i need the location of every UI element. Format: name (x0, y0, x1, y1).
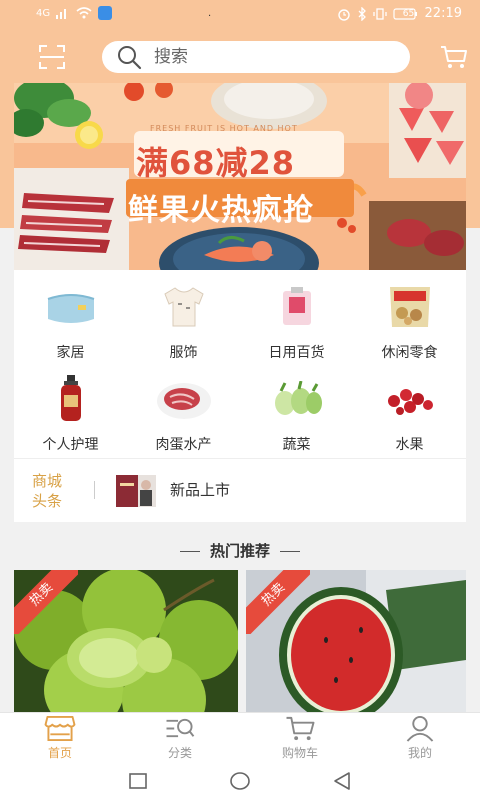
category-clothing[interactable]: 服饰 (127, 282, 240, 372)
back-button[interactable] (330, 770, 354, 792)
cart-icon (441, 46, 467, 68)
daily-goods-icon (282, 287, 311, 325)
square-icon (129, 773, 147, 789)
system-navigation-bar (0, 762, 480, 800)
headlines-tag: 商城 头条 (32, 471, 62, 511)
scan-button[interactable] (38, 44, 66, 70)
shampoo-icon (60, 375, 81, 421)
category-panel: 家居 服饰 日用百货 休闲零食 个人护理 肉蛋水产 蔬菜 水果 商城 头条 新品… (14, 270, 466, 522)
tab-category[interactable]: 分类 (135, 715, 225, 761)
product-card-grapes[interactable]: 热卖 (14, 570, 238, 712)
shop-icon (44, 715, 76, 742)
scan-icon (39, 45, 65, 69)
circle-icon (230, 772, 250, 790)
cart-icon (286, 716, 315, 741)
hot-sale-label: 热卖 (14, 570, 78, 634)
category-personal-care[interactable]: 个人护理 (14, 374, 127, 464)
banner-title-line1: 满68减28 (136, 144, 296, 182)
hot-sale-badge: 热卖 (246, 570, 310, 634)
hot-sale-badge: 热卖 (14, 570, 78, 634)
category-vegetables[interactable]: 蔬菜 (240, 374, 353, 464)
headlines-divider (94, 481, 95, 499)
headlines-tag-line1: 商城 (32, 472, 63, 490)
status-bar: 4G . 65 22:19 (0, 0, 480, 30)
vegetable-icon (274, 381, 322, 415)
title-line-right (280, 551, 300, 552)
category-label: 水果 (395, 437, 424, 453)
category-label: 日用百货 (268, 345, 325, 361)
category-fruit[interactable]: 水果 (353, 374, 466, 464)
category-daily-goods[interactable]: 日用百货 (240, 282, 353, 372)
mall-headlines-bar[interactable]: 商城 头条 新品上市 (14, 458, 466, 522)
category-icon (166, 718, 195, 738)
signal-icon (56, 9, 67, 19)
header-cart-button[interactable] (440, 44, 468, 70)
vibrate-icon (372, 7, 387, 20)
category-label: 蔬菜 (282, 437, 311, 453)
headlines-tag-line2: 头条 (32, 492, 63, 510)
section-title-text: 热门推荐 (209, 542, 270, 560)
category-meat-eggs-seafood[interactable]: 肉蛋水产 (127, 374, 240, 464)
tab-label: 我的 (407, 746, 432, 760)
towel-icon (47, 294, 94, 323)
tab-label: 首页 (47, 746, 72, 760)
search-input[interactable] (154, 47, 374, 67)
hot-recommend-title: 热门推荐 (0, 540, 480, 561)
meat-icon (156, 383, 211, 419)
status-dot: . (208, 8, 212, 19)
alarm-icon (337, 8, 350, 21)
category-label: 肉蛋水产 (155, 437, 212, 453)
tab-label: 购物车 (281, 746, 318, 760)
category-label: 休闲零食 (381, 345, 438, 361)
recent-apps-button[interactable] (126, 770, 150, 792)
category-label: 个人护理 (42, 437, 99, 453)
status-left: 4G (36, 6, 113, 20)
tshirt-icon (163, 287, 204, 327)
category-label: 服饰 (169, 345, 198, 361)
tab-home[interactable]: 首页 (15, 715, 105, 761)
status-time: 22:19 (424, 6, 462, 21)
wifi-icon (76, 7, 92, 19)
title-line-left (179, 551, 200, 552)
category-snacks[interactable]: 休闲零食 (353, 282, 466, 372)
fruit-icon (387, 389, 433, 415)
headline-thumbnail[interactable] (116, 475, 156, 507)
headline-text[interactable]: 新品上市 (170, 479, 230, 500)
search-bar[interactable] (102, 41, 410, 73)
product-card-watermelon[interactable]: 热卖 (246, 570, 466, 712)
hot-sale-label: 热卖 (246, 570, 310, 634)
category-home[interactable]: 家居 (14, 282, 127, 372)
status-right: 65 22:19 (337, 6, 462, 21)
tab-profile[interactable]: 我的 (375, 715, 465, 761)
bluetooth-icon (358, 6, 366, 21)
tab-label: 分类 (167, 746, 192, 760)
banner-subtitle: FRESH FRUIT IS HOT AND HOT (150, 124, 298, 133)
notification-app-icon (98, 6, 113, 20)
banner-title-line2: 鲜果火热疯抢 (128, 193, 314, 228)
search-icon (118, 46, 142, 70)
battery-level: 65 (402, 8, 415, 19)
triangle-back-icon (334, 772, 350, 790)
category-label: 家居 (56, 345, 85, 361)
user-icon (406, 715, 434, 742)
snack-icon (389, 287, 430, 327)
bottom-tab-bar: 首页 分类 购物车 我的 (0, 712, 480, 762)
tab-cart[interactable]: 购物车 (255, 715, 345, 761)
home-button[interactable] (228, 770, 252, 792)
signal-label: 4G (36, 7, 51, 19)
